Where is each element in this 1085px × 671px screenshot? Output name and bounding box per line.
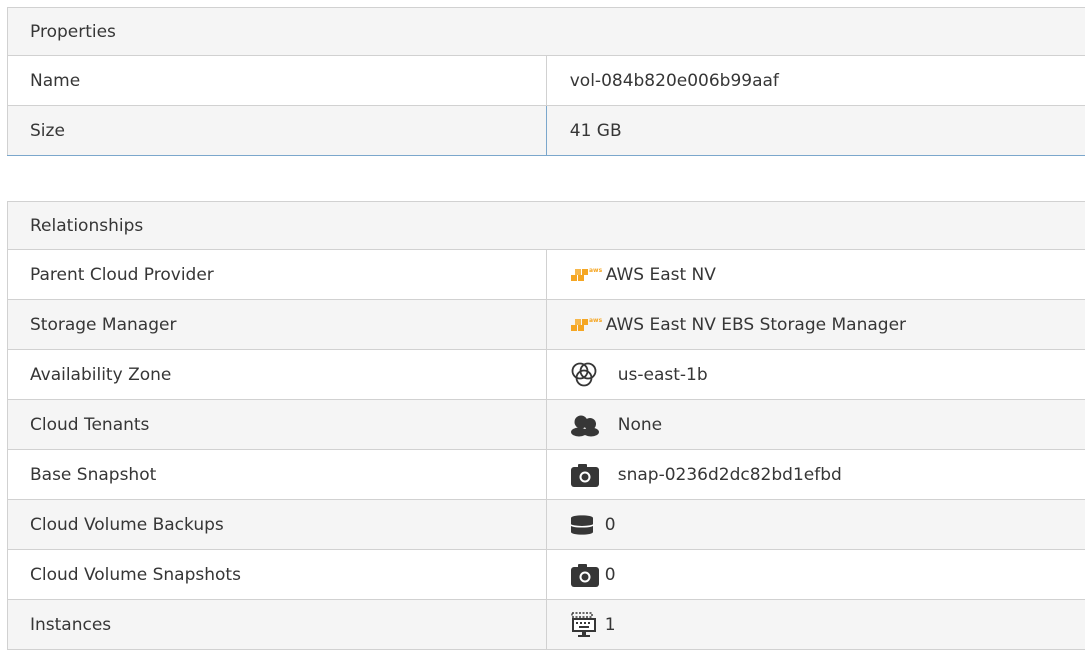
property-value: vol-084b820e006b99aaf bbox=[546, 55, 1085, 106]
relationship-value-cell: 0 bbox=[546, 549, 1085, 600]
properties-header-row: Properties bbox=[7, 7, 1085, 56]
aws-provider-icon: aws bbox=[570, 314, 606, 336]
instance-monitor-icon bbox=[570, 611, 605, 638]
cloud-volume-backups-count: 0 bbox=[604, 514, 616, 535]
properties-title: Properties bbox=[7, 7, 1085, 56]
relationship-row-base-snapshot[interactable]: Base Snapshot snap-0236d2dc82bd1efbd bbox=[7, 449, 1085, 500]
property-row-size: Size 41 GB bbox=[7, 105, 1085, 156]
property-label: Name bbox=[7, 55, 547, 106]
database-icon bbox=[569, 514, 605, 536]
cloud-tenants-value: None bbox=[617, 414, 663, 435]
relationship-label: Instances bbox=[7, 599, 547, 650]
property-label: Size bbox=[7, 105, 547, 156]
relationship-row-parent-cloud-provider[interactable]: Parent Cloud Provider aws AWS East NV bbox=[7, 249, 1085, 300]
relationship-value-cell[interactable]: 1 bbox=[546, 599, 1085, 650]
property-row-name: Name vol-084b820e006b99aaf bbox=[7, 55, 1085, 106]
svg-text:aws: aws bbox=[589, 317, 602, 324]
properties-table: Properties Name vol-084b820e006b99aaf Si… bbox=[7, 7, 1085, 156]
relationship-value-cell[interactable]: snap-0236d2dc82bd1efbd bbox=[546, 449, 1085, 500]
relationship-label: Cloud Volume Snapshots bbox=[7, 549, 547, 600]
relationship-value-cell: 0 bbox=[546, 499, 1085, 550]
instances-count-link[interactable]: 1 bbox=[605, 615, 616, 635]
property-value: 41 GB bbox=[546, 105, 1085, 156]
base-snapshot-link[interactable]: snap-0236d2dc82bd1efbd bbox=[618, 465, 842, 485]
availability-zone-icon bbox=[570, 361, 618, 389]
cloud-tenant-icon bbox=[570, 413, 618, 437]
relationship-row-cloud-tenants: Cloud Tenants None bbox=[7, 399, 1085, 450]
cloud-volume-snapshots-count: 0 bbox=[604, 564, 616, 585]
relationship-row-cloud-volume-backups: Cloud Volume Backups 0 bbox=[7, 499, 1085, 550]
relationship-value-cell[interactable]: aws AWS East NV bbox=[546, 249, 1085, 300]
aws-provider-icon: aws bbox=[570, 264, 606, 286]
camera-icon bbox=[570, 462, 618, 488]
relationship-label: Parent Cloud Provider bbox=[7, 249, 547, 300]
camera-icon bbox=[570, 562, 605, 588]
relationship-value-cell: None bbox=[546, 399, 1085, 450]
relationship-row-instances[interactable]: Instances 1 bbox=[7, 599, 1085, 650]
relationship-label: Cloud Tenants bbox=[7, 399, 547, 450]
relationship-label: Storage Manager bbox=[7, 299, 547, 350]
relationship-label: Cloud Volume Backups bbox=[7, 499, 547, 550]
parent-cloud-provider-link[interactable]: AWS East NV bbox=[606, 265, 716, 285]
relationship-row-storage-manager[interactable]: Storage Manager aws AWS East NV EBS Stor… bbox=[7, 299, 1085, 350]
relationships-title: Relationships bbox=[7, 201, 1085, 250]
relationship-label: Availability Zone bbox=[7, 349, 547, 400]
relationship-row-cloud-volume-snapshots: Cloud Volume Snapshots 0 bbox=[7, 549, 1085, 600]
relationships-table: Relationships Parent Cloud Provider aws bbox=[7, 201, 1085, 650]
relationship-label: Base Snapshot bbox=[7, 449, 547, 500]
relationship-value-cell[interactable]: aws AWS East NV EBS Storage Manager bbox=[546, 299, 1085, 350]
relationships-header-row: Relationships bbox=[7, 201, 1085, 250]
relationship-row-availability-zone[interactable]: Availability Zone us-east-1b bbox=[7, 349, 1085, 400]
svg-text:aws: aws bbox=[589, 267, 602, 274]
availability-zone-link[interactable]: us-east-1b bbox=[618, 365, 708, 385]
relationship-value-cell[interactable]: us-east-1b bbox=[546, 349, 1085, 400]
storage-manager-link[interactable]: AWS East NV EBS Storage Manager bbox=[606, 315, 906, 335]
